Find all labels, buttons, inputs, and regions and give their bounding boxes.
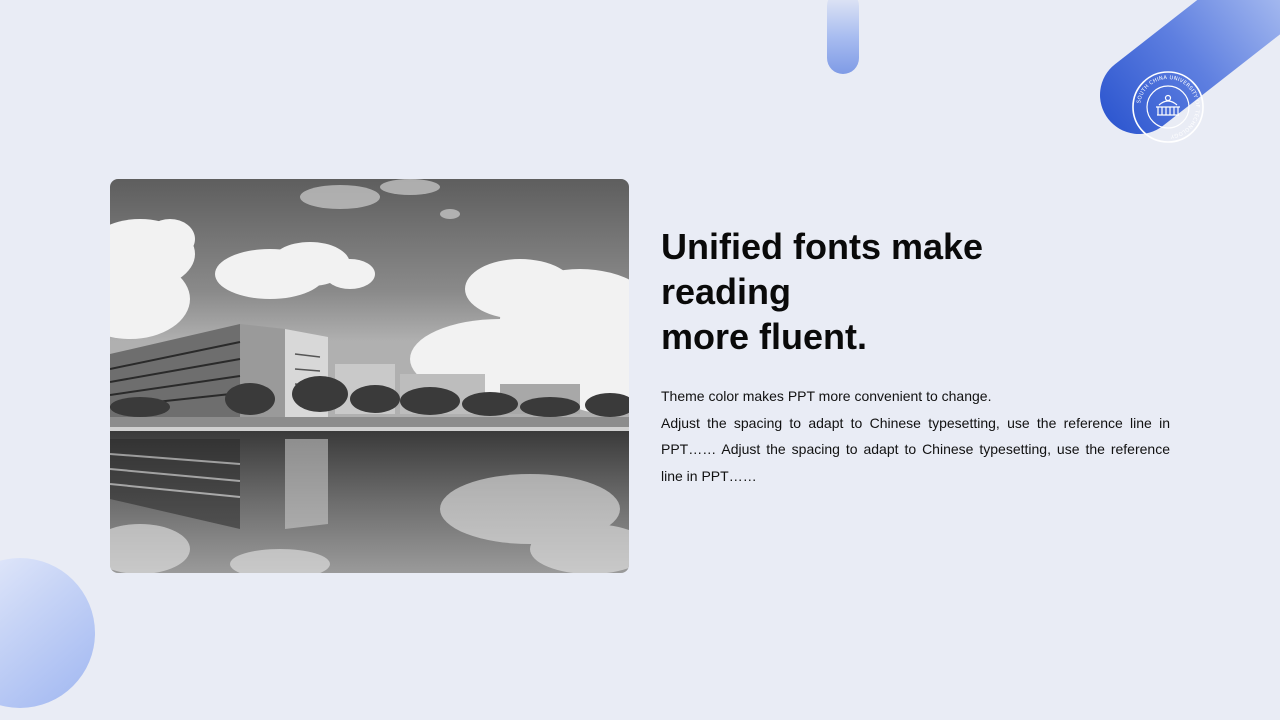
body-paragraph: Adjust the spacing to adapt to Chinese t… — [661, 414, 1170, 484]
heading-line-1: Unified fonts make — [661, 226, 984, 267]
decorative-bottom-circle — [0, 558, 95, 708]
campus-photo-image — [110, 179, 629, 573]
slide-heading: Unified fonts make reading more fluent. — [661, 224, 1081, 359]
heading-line-2: reading — [661, 271, 792, 312]
campus-building-photo — [110, 179, 629, 573]
slide-body-text: Theme color makes PPT more convenient to… — [661, 383, 1170, 489]
decorative-top-pill — [827, 0, 859, 74]
body-line-1: Theme color makes PPT more convenient to… — [661, 388, 992, 404]
heading-line-3: more fluent. — [661, 316, 868, 357]
university-seal-icon: SOUTH CHINA UNIVERSITY OF TECHNOLOGY — [1132, 71, 1204, 143]
